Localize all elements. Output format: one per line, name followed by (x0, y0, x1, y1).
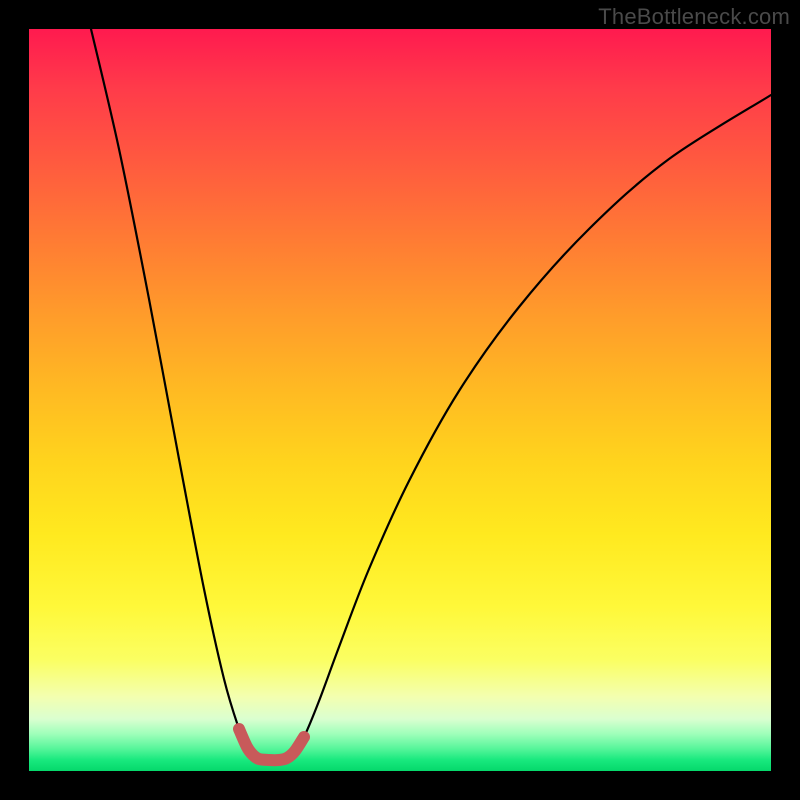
watermark-text: TheBottleneck.com (598, 4, 790, 30)
bottleneck-curve (91, 29, 771, 760)
optimal-highlight (239, 729, 304, 760)
chart-svg (29, 29, 771, 771)
chart-frame (29, 29, 771, 771)
